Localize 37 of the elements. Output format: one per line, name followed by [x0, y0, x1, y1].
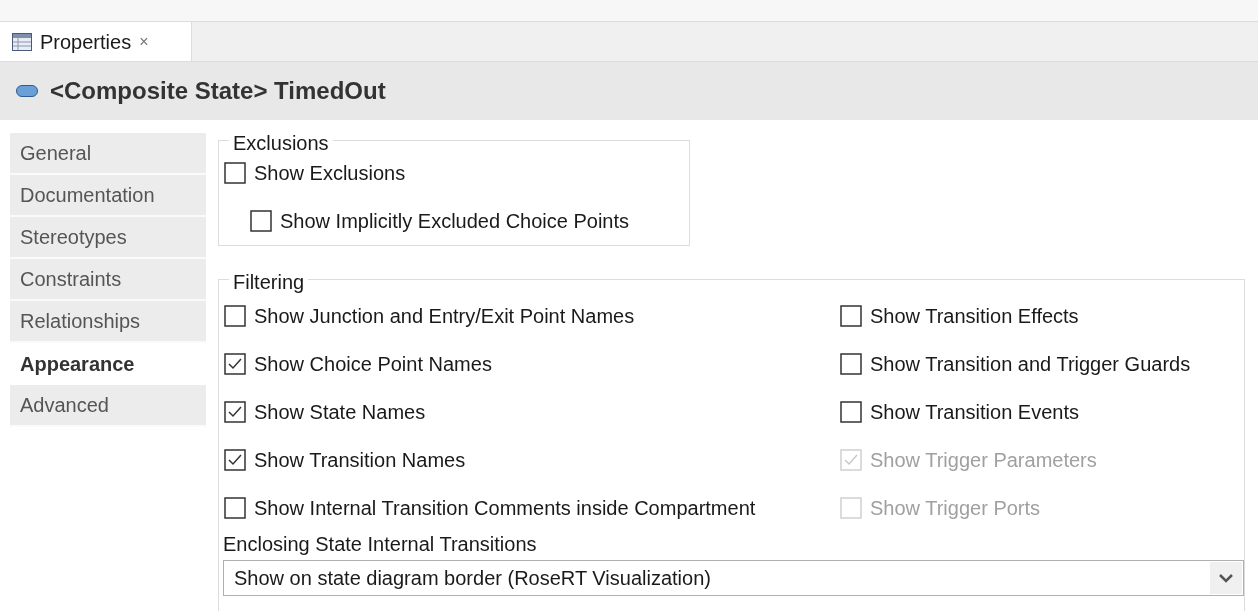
checkbox-label: Show Internal Transition Comments inside Compartment — [254, 496, 756, 521]
sidebar-tab[interactable]: Documentation — [10, 175, 206, 217]
checkbox[interactable] — [224, 497, 246, 519]
sidebar-tab[interactable]: General — [10, 133, 206, 175]
header-title: <Composite State> TimedOut — [50, 76, 386, 106]
checkbox[interactable] — [224, 449, 246, 471]
properties-tab[interactable]: Properties × — [0, 22, 192, 61]
checkbox-label: Show Transition and Trigger Guards — [870, 352, 1191, 377]
checkbox[interactable] — [840, 353, 862, 375]
checkbox-label: Show Trigger Parameters — [870, 448, 1097, 473]
checkbox-label: Show Choice Point Names — [254, 352, 492, 377]
sidebar-tab[interactable]: Stereotypes — [10, 217, 206, 259]
dropdown[interactable]: Show on state diagram border (RoseRT Visualization) — [223, 560, 1244, 596]
checkbox[interactable] — [250, 210, 272, 232]
checkbox-label: Show Implicitly Excluded Choice Points — [280, 209, 630, 234]
chevron-down-icon — [1219, 573, 1233, 583]
sidebar-tab[interactable]: Advanced — [10, 385, 206, 427]
checkbox-label: Show Transition Events — [870, 400, 1079, 425]
state-icon — [16, 85, 38, 97]
table-icon — [12, 32, 32, 51]
checkbox-label: Show Exclusions — [254, 161, 406, 186]
checkbox[interactable] — [224, 305, 246, 327]
checkbox[interactable] — [224, 401, 246, 423]
checkbox[interactable] — [840, 401, 862, 423]
checkbox-label: Show Transition Effects — [870, 304, 1079, 329]
checkbox[interactable] — [224, 353, 246, 375]
tab-label: Properties — [40, 29, 132, 55]
close-icon[interactable]: × — [139, 29, 149, 54]
checkbox-label: Show Junction and Entry/Exit Point Names — [254, 304, 635, 329]
checkbox[interactable] — [224, 162, 246, 184]
sidebar-tab[interactable]: Relationships — [10, 301, 206, 343]
checkbox-label: Show Transition Names — [254, 448, 466, 473]
dropdown-label: Enclosing State Internal Transitions — [223, 532, 538, 556]
checkbox-label: Show State Names — [254, 400, 426, 425]
sidebar-tab[interactable]: Constraints — [10, 259, 206, 301]
checkbox[interactable] — [840, 305, 862, 327]
checkbox-label: Show Trigger Ports — [870, 496, 1041, 521]
